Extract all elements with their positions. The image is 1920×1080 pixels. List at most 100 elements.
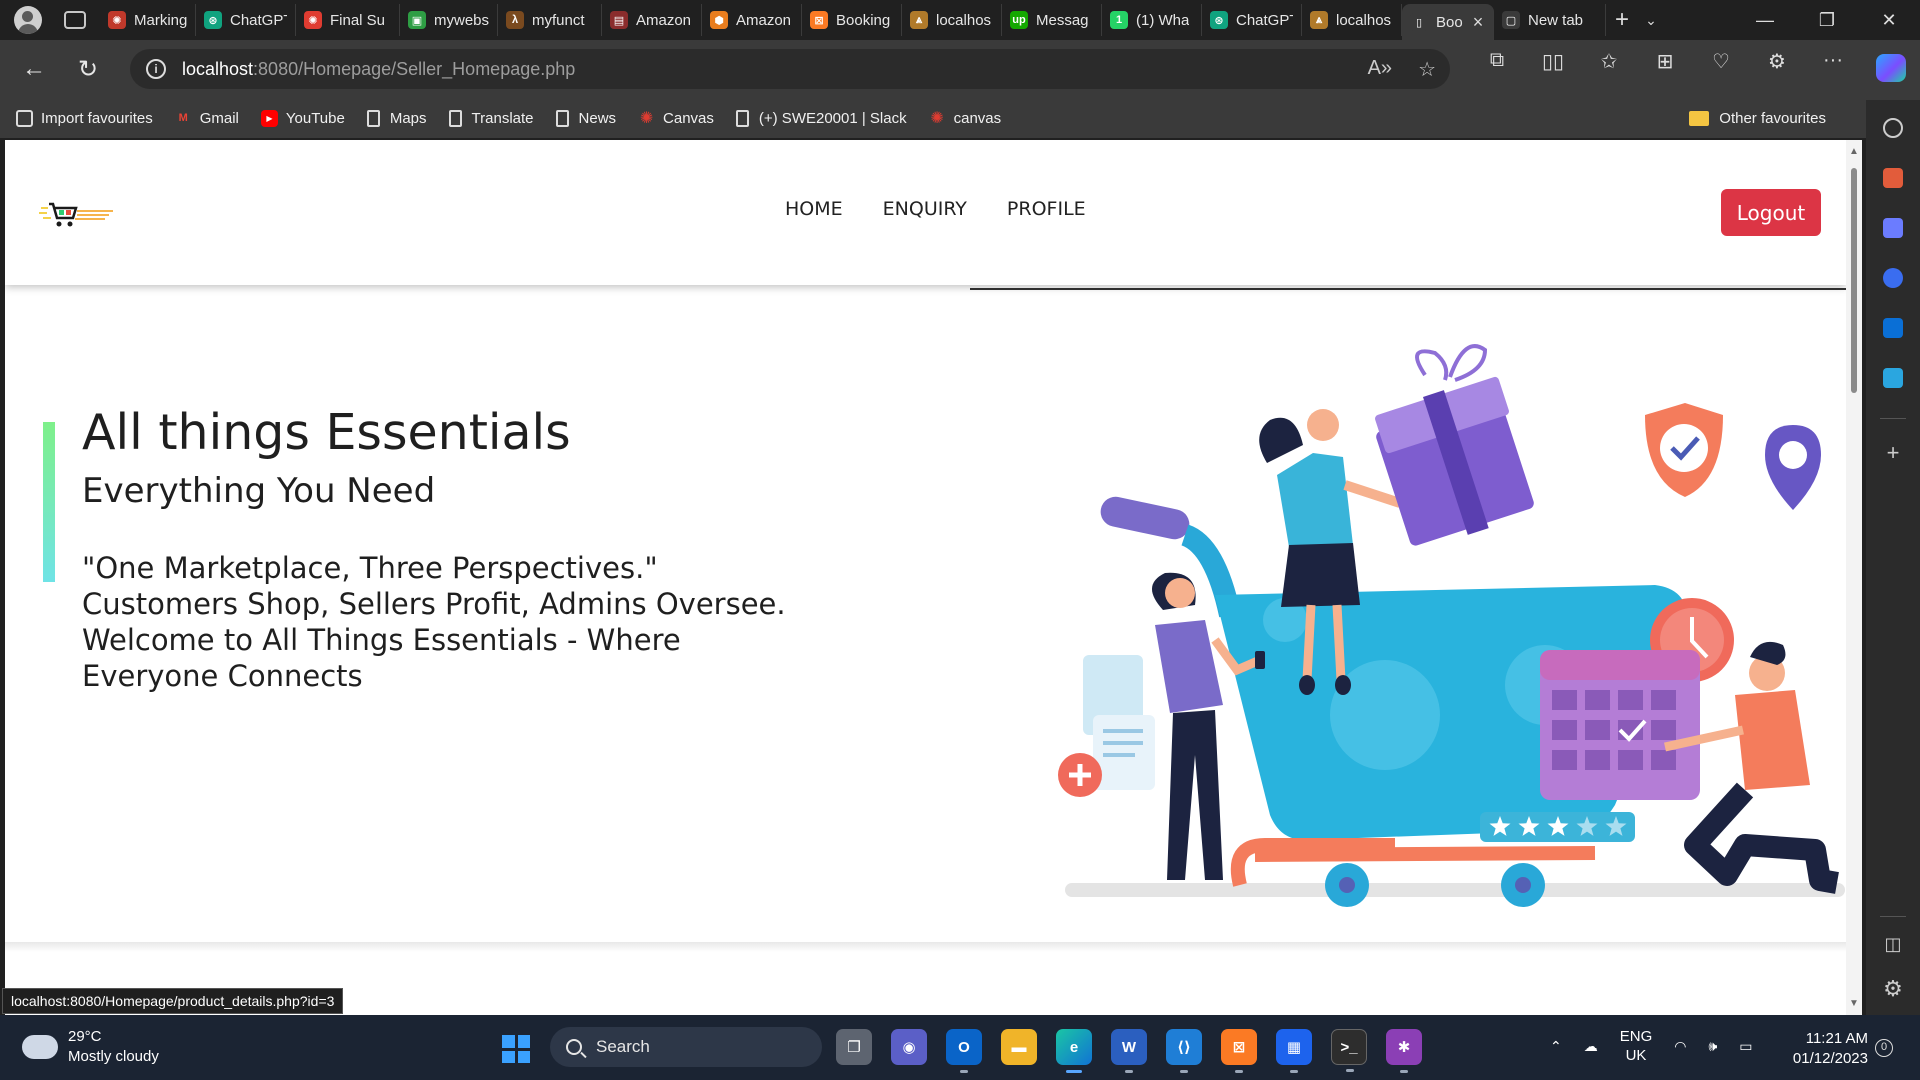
vscode-icon[interactable]: ⟨⟩	[1166, 1029, 1202, 1073]
browser-tab[interactable]: ⊠ Booking	[802, 4, 902, 36]
word-icon[interactable]: W	[1111, 1029, 1147, 1073]
browser-tab[interactable]: ⩓ localhos	[902, 4, 1002, 36]
fav-canvas-2[interactable]: ✺ canvas	[929, 110, 1001, 128]
tab-title: Messag	[1036, 11, 1089, 29]
new-tab-button[interactable]: +	[1606, 6, 1638, 34]
refresh-button[interactable]: ↻	[68, 49, 108, 89]
edge-icon[interactable]: e	[1056, 1029, 1092, 1073]
browser-essentials-icon[interactable]: ♡	[1704, 49, 1738, 74]
scroll-down-arrow-icon[interactable]: ▼	[1849, 998, 1859, 1009]
weather-widget[interactable]: 29°C Mostly cloudy	[18, 1027, 159, 1067]
fav-canvas[interactable]: ✺ Canvas	[638, 110, 714, 128]
tab-title: Booking	[836, 11, 891, 29]
wifi-icon[interactable]: ◠	[1674, 1038, 1686, 1055]
shopping-icon[interactable]	[1883, 168, 1903, 188]
restore-button[interactable]: ❐	[1796, 0, 1858, 40]
menu-enquiry[interactable]: ENQUIRY	[883, 198, 967, 220]
add-icon[interactable]: +	[1866, 440, 1920, 466]
close-tab-icon[interactable]: ×	[1473, 12, 1484, 33]
profile-avatar[interactable]	[14, 6, 42, 34]
address-bar[interactable]: i localhost:8080/Homepage/Seller_Homepag…	[130, 49, 1450, 89]
taskbar-search[interactable]: Search	[550, 1027, 822, 1067]
scroll-up-arrow-icon[interactable]: ▲	[1849, 146, 1859, 157]
fav-youtube[interactable]: ▶ YouTube	[260, 109, 345, 127]
power-automate-icon[interactable]: ✱	[1386, 1029, 1422, 1073]
site-navbar: HOME ENQUIRY PROFILE Logout	[5, 140, 1846, 285]
tab-favicon-icon: ⩓	[1310, 11, 1328, 29]
logout-button[interactable]: Logout	[1721, 189, 1821, 236]
browser-tab[interactable]: ⊛ ChatGPT	[196, 4, 296, 36]
browser-tab[interactable]: up Messag	[1002, 4, 1102, 36]
menu-profile[interactable]: PROFILE	[1007, 198, 1086, 220]
windows-start-icon[interactable]	[502, 1035, 530, 1063]
search-icon[interactable]	[1883, 118, 1903, 138]
page-scrollbar[interactable]: ▲ ▼	[1846, 140, 1862, 1015]
file-explorer-icon[interactable]: ▬	[1001, 1029, 1037, 1065]
sidebar-toggle-icon[interactable]: ◫	[1866, 934, 1920, 955]
tab-actions-chevron-icon[interactable]: ⌄	[1638, 12, 1664, 29]
outlook-icon[interactable]	[1883, 318, 1903, 338]
menu-home[interactable]: HOME	[785, 198, 843, 220]
browser-tab[interactable]: ✺ Marking	[100, 4, 196, 36]
outlook-app-icon[interactable]: O	[946, 1029, 982, 1073]
other-favourites[interactable]: Other favourites	[1689, 98, 1826, 138]
notifications-badge[interactable]: 0	[1875, 1039, 1893, 1057]
fav-maps[interactable]: Maps	[366, 109, 427, 127]
fav-gmail[interactable]: M Gmail	[175, 110, 239, 127]
tab-favicon-icon: ⬢	[710, 11, 728, 29]
clock[interactable]: 11:21 AM 01/12/2023	[1770, 1029, 1868, 1069]
tab-title: Amazon	[636, 11, 692, 29]
games-icon[interactable]	[1883, 218, 1903, 238]
battery-icon[interactable]: ▭	[1739, 1038, 1752, 1055]
favourite-star-icon[interactable]: ☆	[1418, 57, 1436, 82]
browser-tab[interactable]: 1 (1) Wha	[1102, 4, 1202, 36]
close-window-button[interactable]: ✕	[1858, 0, 1920, 40]
tray-overflow-chevron-icon[interactable]: ⌃	[1550, 1038, 1562, 1055]
terminal-icon[interactable]: >_	[1331, 1029, 1367, 1072]
browser-tab[interactable]: λ myfunct	[498, 4, 602, 36]
browser-tab[interactable]: ▣ mywebs	[400, 4, 498, 36]
page-viewport: HOME ENQUIRY PROFILE Logout All things E…	[5, 140, 1846, 1015]
extensions-icon[interactable]: ⧉	[1480, 49, 1514, 74]
main-menu: HOME ENQUIRY PROFILE	[785, 198, 1086, 220]
site-info-icon[interactable]: i	[146, 59, 166, 79]
browser-tab[interactable]: ✺ Final Su	[296, 4, 400, 36]
tab-title: ChatGPT	[1236, 11, 1293, 29]
back-button[interactable]: ←	[14, 49, 54, 89]
scrollbar-thumb[interactable]	[1851, 168, 1857, 393]
site-logo[interactable]	[39, 196, 115, 230]
collections-icon[interactable]: ⊞	[1648, 49, 1682, 74]
language-code: ENG	[1619, 1028, 1653, 1045]
settings-icon[interactable]: ⚙	[1866, 976, 1920, 1002]
address-row: ← ↻ i localhost:8080/Homepage/Seller_Hom…	[0, 40, 1920, 98]
teams-icon[interactable]: ◉	[891, 1029, 927, 1065]
performance-icon[interactable]: ⚙	[1760, 49, 1794, 74]
send-icon[interactable]	[1883, 368, 1903, 388]
browser-tab[interactable]: ⩓ localhos	[1302, 4, 1402, 36]
folder-icon	[1689, 110, 1710, 126]
url-text[interactable]: localhost:8080/Homepage/Seller_Homepage.…	[182, 59, 575, 80]
fav-import-favourites[interactable]: Import favourites	[16, 109, 153, 127]
browser-tab[interactable]: ▢ New tab	[1494, 4, 1606, 36]
xampp-icon[interactable]: ⊠	[1221, 1029, 1257, 1073]
task-view-icon[interactable]: ❐	[836, 1029, 872, 1065]
more-menu-icon[interactable]: ···	[1816, 49, 1850, 74]
read-aloud-icon[interactable]: A»	[1368, 57, 1392, 82]
favourites-icon[interactable]: ✩	[1592, 49, 1626, 74]
split-screen-icon[interactable]: ▯▯	[1536, 49, 1570, 74]
volume-icon[interactable]: 🕪	[1708, 1038, 1717, 1055]
browser-tab[interactable]: ▤ Amazon	[602, 4, 702, 36]
onedrive-icon[interactable]: ☁	[1584, 1038, 1598, 1055]
browser-tab[interactable]: ▯ Boo ×	[1402, 4, 1494, 40]
fav-translate[interactable]: Translate	[448, 109, 534, 127]
fav-news[interactable]: News	[555, 109, 616, 127]
copilot-sidebar-icon[interactable]	[1883, 268, 1903, 288]
copilot-icon[interactable]	[1876, 54, 1906, 82]
minimize-button[interactable]: —	[1734, 0, 1796, 40]
input-language[interactable]: ENG UK	[1620, 1027, 1653, 1065]
workspaces-icon[interactable]	[64, 11, 86, 29]
browser-tab[interactable]: ⬢ Amazon	[702, 4, 802, 36]
docker-icon[interactable]: ▦	[1276, 1029, 1312, 1073]
fav-slack[interactable]: (+) SWE20001 | Slack	[735, 109, 907, 127]
browser-tab[interactable]: ⊛ ChatGPT	[1202, 4, 1302, 36]
